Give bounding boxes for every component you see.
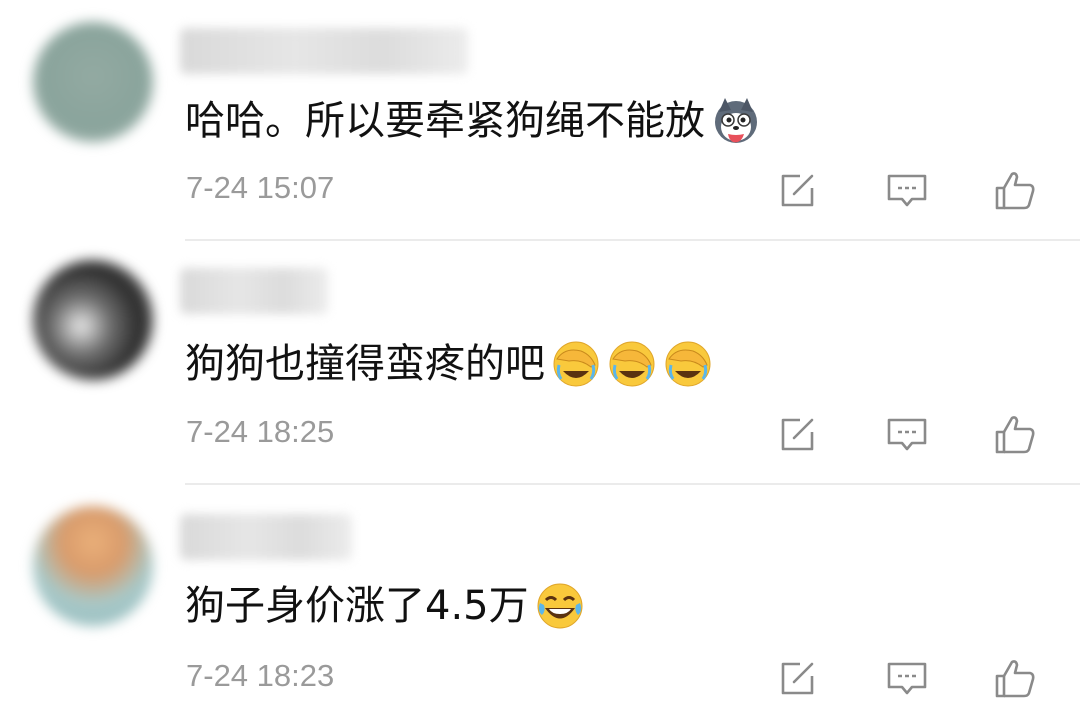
comment-text: 狗狗也撞得蛮疼的吧	[185, 341, 545, 387]
like-button[interactable]	[993, 168, 1037, 212]
avatar[interactable]	[33, 260, 153, 380]
share-button[interactable]	[776, 656, 820, 700]
comment-text-row: 哈哈。所以要牵紧狗绳不能放	[185, 96, 761, 146]
username[interactable]: ███████	[180, 268, 328, 314]
like-button[interactable]	[993, 412, 1037, 456]
share-button[interactable]	[776, 168, 820, 212]
comment-text-row: 狗子身价涨了4.5万	[185, 581, 585, 631]
like-button[interactable]	[993, 656, 1037, 700]
facepalm-laugh-emoji-icon	[553, 341, 599, 387]
avatar[interactable]	[33, 22, 153, 142]
comment-item: ████████ 狗子身价涨了4.5万 7-24 18:23	[0, 486, 1080, 708]
comment-item: ███████ 狗狗也撞得蛮疼的吧 7-24 18:25	[0, 242, 1080, 484]
thumbs-up-icon	[995, 660, 1035, 698]
username[interactable]: ██████████████	[180, 28, 468, 74]
facepalm-laugh-emoji-icon	[665, 341, 711, 387]
reply-button[interactable]	[885, 412, 929, 456]
thumbs-up-icon	[995, 416, 1035, 454]
avatar[interactable]	[33, 506, 153, 626]
timestamp: 7-24 15:07	[186, 170, 335, 205]
comment-bubble-icon	[887, 174, 927, 207]
edit-share-icon	[781, 662, 814, 695]
thumbs-up-icon	[995, 172, 1035, 210]
reply-button[interactable]	[885, 168, 929, 212]
divider	[185, 483, 1080, 485]
husky-emoji-icon	[715, 98, 757, 143]
comment-bubble-icon	[887, 662, 927, 695]
laugh-tears-emoji-icon	[537, 583, 583, 629]
reply-button[interactable]	[885, 656, 929, 700]
divider	[185, 239, 1080, 241]
facepalm-laugh-emoji-icon	[609, 341, 655, 387]
comment-text-row: 狗狗也撞得蛮疼的吧	[185, 339, 713, 389]
timestamp: 7-24 18:23	[186, 658, 335, 693]
username[interactable]: ████████	[180, 514, 352, 560]
share-button[interactable]	[776, 412, 820, 456]
comment-text: 狗子身价涨了4.5万	[185, 583, 529, 629]
timestamp: 7-24 18:25	[186, 414, 335, 449]
comment-text: 哈哈。所以要牵紧狗绳不能放	[185, 98, 705, 144]
edit-share-icon	[781, 174, 814, 207]
comment-item: ██████████████ 哈哈。所以要牵紧狗绳不能放 7-24 15:07	[0, 0, 1080, 240]
comment-bubble-icon	[887, 418, 927, 451]
edit-share-icon	[781, 418, 814, 451]
